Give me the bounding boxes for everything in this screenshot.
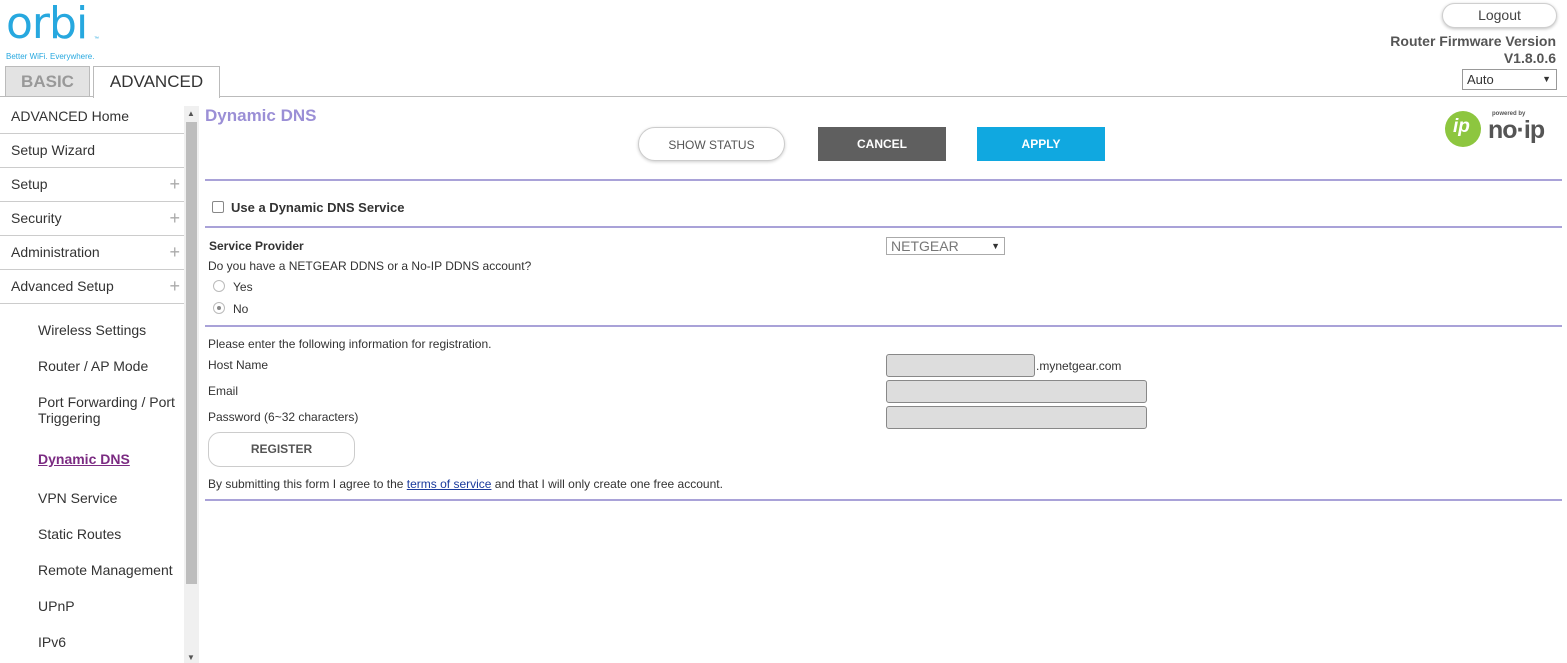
apply-button[interactable]: APPLY <box>977 127 1105 161</box>
submenu-item-ipv6[interactable]: IPv6 <box>38 634 66 650</box>
submenu-item-port-forwarding[interactable]: Port Forwarding / Port Triggering <box>38 394 178 426</box>
sidebar-scrollbar[interactable]: ▲ ▼ <box>184 106 199 663</box>
cancel-button[interactable]: CANCEL <box>818 127 946 161</box>
sidebar-item-administration[interactable]: Administration + <box>0 236 184 270</box>
sidebar-item-label: ADVANCED Home <box>11 108 129 124</box>
service-provider-label: Service Provider <box>209 239 304 253</box>
logo-tagline: Better WiFi. Everywhere. <box>6 52 95 61</box>
chevron-down-icon: ▼ <box>1542 74 1551 84</box>
sidebar-item-advanced-setup[interactable]: Advanced Setup + <box>0 270 184 304</box>
sidebar-item-label: Administration <box>11 244 100 260</box>
show-status-button[interactable]: SHOW STATUS <box>638 127 785 161</box>
sidebar-item-advanced-home[interactable]: ADVANCED Home <box>0 100 184 134</box>
sidebar-item-label: Setup Wizard <box>11 142 96 158</box>
chevron-down-icon: ▼ <box>991 241 1000 251</box>
scrollbar-thumb[interactable] <box>186 122 197 584</box>
divider <box>205 499 1562 501</box>
divider <box>205 325 1562 327</box>
host-name-input[interactable] <box>886 354 1035 377</box>
password-field[interactable] <box>886 406 1147 429</box>
sidebar-item-label: Security <box>11 210 62 226</box>
sidebar-item-label: Setup <box>11 176 48 192</box>
use-ddns-row[interactable]: Use a Dynamic DNS Service <box>212 200 404 215</box>
tab-divider <box>0 96 1567 97</box>
host-name-label: Host Name <box>208 358 269 372</box>
use-ddns-checkbox[interactable] <box>212 201 224 213</box>
host-suffix: .mynetgear.com <box>1036 359 1122 373</box>
plus-icon: + <box>169 174 180 194</box>
radio-yes-label: Yes <box>233 280 253 294</box>
sidebar-item-setup[interactable]: Setup + <box>0 168 184 202</box>
submenu-item-router-ap-mode[interactable]: Router / AP Mode <box>38 358 148 374</box>
radio-yes-button[interactable] <box>213 280 225 292</box>
language-select[interactable]: Auto ▼ <box>1462 69 1557 90</box>
radio-yes[interactable]: Yes <box>213 280 253 294</box>
account-question: Do you have a NETGEAR DDNS or a No-IP DD… <box>208 259 532 273</box>
radio-no-button[interactable] <box>213 302 225 314</box>
sidebar-main-menu: ADVANCED Home Setup Wizard Setup + Securi… <box>0 100 184 304</box>
firmware-version: V1.8.0.6 <box>1503 50 1556 66</box>
tab-basic[interactable]: BASIC <box>5 66 90 97</box>
use-ddns-label: Use a Dynamic DNS Service <box>231 200 405 215</box>
noip-logo: ip powered by no·ip <box>1444 108 1548 150</box>
submenu-item-wireless-settings[interactable]: Wireless Settings <box>38 322 146 338</box>
tos-suffix: and that I will only create one free acc… <box>491 477 723 491</box>
orbi-logo: orbi ™ Better WiFi. Everywhere. <box>6 2 106 64</box>
logo-trademark: ™ <box>94 36 99 42</box>
register-button[interactable]: REGISTER <box>208 432 355 467</box>
password-label: Password (6~32 characters) <box>208 410 359 424</box>
tab-advanced[interactable]: ADVANCED <box>93 66 220 98</box>
radio-no[interactable]: No <box>213 302 248 316</box>
sidebar-item-security[interactable]: Security + <box>0 202 184 236</box>
tos-notice: By submitting this form I agree to the t… <box>208 477 723 491</box>
terms-of-service-link[interactable]: terms of service <box>407 477 492 491</box>
submenu-item-remote-management[interactable]: Remote Management <box>38 562 173 578</box>
radio-no-label: No <box>233 302 249 316</box>
noip-logo-circle-text: ip <box>1453 116 1470 137</box>
submenu-item-vpn-service[interactable]: VPN Service <box>38 490 117 506</box>
plus-icon: + <box>169 276 180 296</box>
submenu-item-upnp[interactable]: UPnP <box>38 598 75 614</box>
firmware-title: Router Firmware Version <box>1390 33 1556 49</box>
service-provider-value: NETGEAR <box>891 238 959 254</box>
divider <box>205 179 1562 181</box>
registration-prompt: Please enter the following information f… <box>208 337 492 351</box>
page-title: Dynamic DNS <box>205 106 317 125</box>
sidebar-item-label: Advanced Setup <box>11 278 114 294</box>
sidebar: ADVANCED Home Setup Wizard Setup + Securi… <box>0 100 184 663</box>
tos-prefix: By submitting this form I agree to the <box>208 477 407 491</box>
plus-icon: + <box>169 242 180 262</box>
logo-wordmark: orbi <box>6 0 88 49</box>
divider <box>205 226 1562 228</box>
noip-wordmark: no·ip <box>1488 116 1545 144</box>
sidebar-item-setup-wizard[interactable]: Setup Wizard <box>0 134 184 168</box>
logout-button[interactable]: Logout <box>1442 3 1557 28</box>
language-value: Auto <box>1467 72 1494 87</box>
service-provider-select[interactable]: NETGEAR ▼ <box>886 237 1005 255</box>
scroll-down-icon[interactable]: ▼ <box>187 653 195 662</box>
email-field[interactable] <box>886 380 1147 403</box>
submenu-item-dynamic-dns[interactable]: Dynamic DNS <box>38 451 130 467</box>
submenu-item-static-routes[interactable]: Static Routes <box>38 526 121 542</box>
email-label: Email <box>208 384 239 398</box>
plus-icon: + <box>169 208 180 228</box>
scroll-up-icon[interactable]: ▲ <box>187 109 195 118</box>
